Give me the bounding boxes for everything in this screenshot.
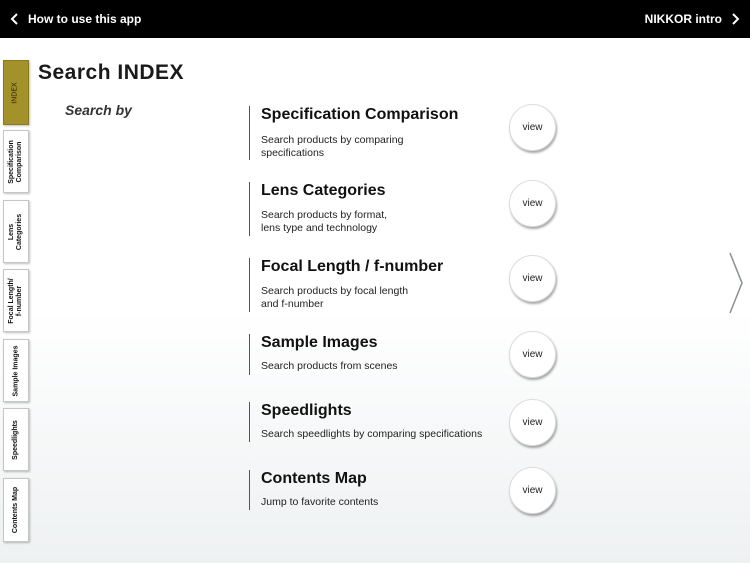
divider-line — [249, 258, 250, 312]
entry-title: Sample Images — [261, 334, 378, 351]
back-button[interactable]: How to use this app — [10, 0, 141, 38]
tab-focal-length[interactable]: Focal Length/ f-number — [3, 269, 29, 332]
view-button[interactable]: view — [509, 331, 556, 378]
divider-line — [249, 402, 250, 442]
divider-line — [249, 182, 250, 236]
entry-title: Lens Categories — [261, 182, 386, 199]
tab-specification-comparison[interactable]: Specification Comparison — [3, 130, 29, 193]
view-button[interactable]: view — [509, 180, 556, 227]
entry-description: Search products by format, lens type and… — [261, 209, 388, 234]
tab-sample-images[interactable]: Sample Images — [3, 339, 29, 402]
chevron-right-icon — [732, 13, 740, 25]
tab-label: Lens Categories — [8, 213, 23, 250]
tab-label: Contents Map — [12, 486, 19, 534]
entry-description: Search speedlights by comparing specific… — [261, 428, 483, 440]
tab-label: Speedlights — [12, 419, 19, 460]
tab-contents-map[interactable]: Contents Map — [3, 478, 29, 542]
forward-button[interactable]: NIKKOR intro — [645, 0, 740, 38]
view-button[interactable]: view — [509, 467, 556, 514]
search-by-heading: Search by — [65, 102, 132, 118]
forward-button-label: NIKKOR intro — [644, 12, 722, 26]
divider-line — [249, 470, 250, 510]
divider-line — [249, 106, 250, 160]
divider-line — [249, 334, 250, 375]
back-button-label: How to use this app — [28, 12, 142, 26]
page-title: Search INDEX — [38, 61, 185, 84]
tab-label: INDEX — [12, 81, 19, 104]
next-page-arrow-icon[interactable] — [728, 252, 744, 314]
entry-description: Jump to favorite contents — [261, 496, 379, 508]
view-button[interactable]: view — [509, 255, 556, 302]
view-button[interactable]: view — [509, 399, 556, 446]
tab-label: Sample Images — [12, 345, 19, 396]
tab-label: Specification Comparison — [8, 139, 24, 184]
tab-index[interactable]: INDEX — [3, 60, 29, 125]
entry-title: Contents Map — [261, 470, 367, 487]
entry-description: Search products by comparing specificati… — [261, 134, 404, 159]
tab-lens-categories[interactable]: Lens Categories — [3, 200, 29, 263]
entry-description: Search products by focal length and f-nu… — [261, 285, 409, 310]
tab-speedlights[interactable]: Speedlights — [3, 408, 29, 471]
entry-description: Search products from scenes — [261, 360, 398, 372]
tab-label: Focal Length/ f-number — [8, 277, 23, 324]
top-bar: How to use this app NIKKOR intro — [0, 0, 750, 38]
view-button[interactable]: view — [509, 104, 556, 151]
entry-title: Specification Comparison — [261, 106, 459, 123]
entry-title: Speedlights — [261, 402, 352, 419]
entry-title: Focal Length / f-number — [261, 258, 444, 275]
chevron-left-icon — [10, 13, 18, 25]
